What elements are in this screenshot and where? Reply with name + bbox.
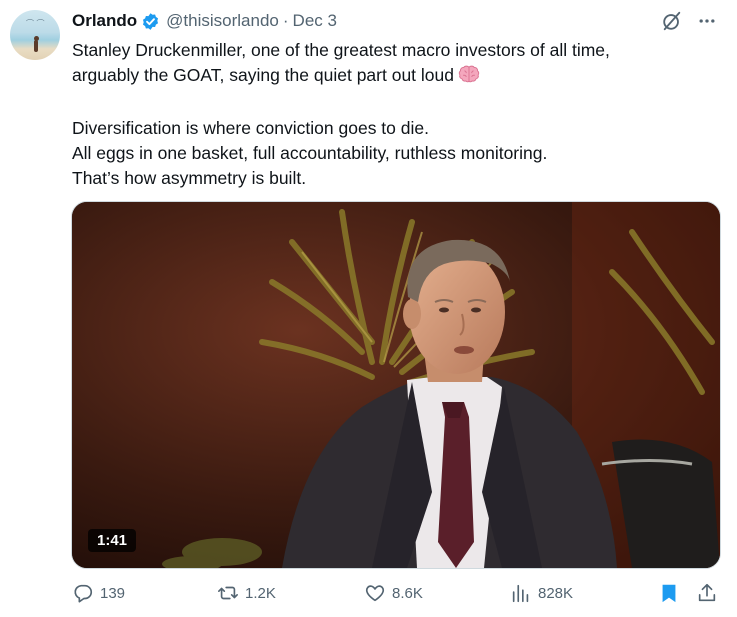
tweet-line-4: All eggs in one basket, full accountabil… [72,143,548,163]
tweet-line-1: Stanley Druckenmiller, one of the greate… [72,40,610,60]
like-button[interactable]: 8.6K [364,582,423,604]
avatar[interactable]: ⌒ ⌒ [10,10,60,60]
heart-icon [365,585,385,602]
more-options-icon[interactable] [697,11,717,31]
video-player[interactable]: 1:41 [71,201,721,569]
tweet-top-actions [661,10,717,32]
verified-badge-icon[interactable] [141,12,160,31]
repost-button[interactable]: 1.2K [217,582,276,604]
views-chart-icon [512,584,529,603]
avatar-figure-body [34,40,38,52]
tweet-action-bar: 139 1.2K 8.6K 828K [72,582,720,608]
reply-button[interactable]: 139 [72,582,125,604]
share-icon [698,583,716,602]
bookmark-button[interactable] [658,582,680,604]
views-count: 828K [538,584,574,602]
tweet-line-5: That’s how asymmetry is built. [72,168,307,188]
like-count: 8.6K [392,584,423,602]
tweet-line-2-text: arguably the GOAT, saying the quiet part… [72,65,454,85]
tweet-text: Stanley Druckenmiller, one of the greate… [72,38,712,191]
repost-count: 1.2K [245,584,276,602]
tweet-line-3: Diversification is where conviction goes… [72,118,429,138]
author-handle[interactable]: @thisisorlando [166,11,279,31]
tweet-header: Orlando @thisisorlando · Dec 3 [72,10,337,32]
bookmark-icon [662,584,676,603]
avatar-birds-decoration: ⌒ ⌒ [26,19,45,28]
video-frame [72,202,720,568]
repost-icon [218,586,238,600]
grok-icon[interactable] [661,10,683,32]
share-button[interactable] [696,582,718,604]
author-name[interactable]: Orlando [72,11,137,31]
brain-emoji-icon [458,64,480,91]
reply-icon [74,584,93,603]
tweet-line-2: arguably the GOAT, saying the quiet part… [72,63,712,91]
header-separator: · [282,11,289,30]
reply-count: 139 [100,584,126,602]
tweet-date[interactable]: Dec 3 [293,11,337,31]
video-duration: 1:41 [88,529,137,552]
views-button[interactable]: 828K [510,582,573,604]
